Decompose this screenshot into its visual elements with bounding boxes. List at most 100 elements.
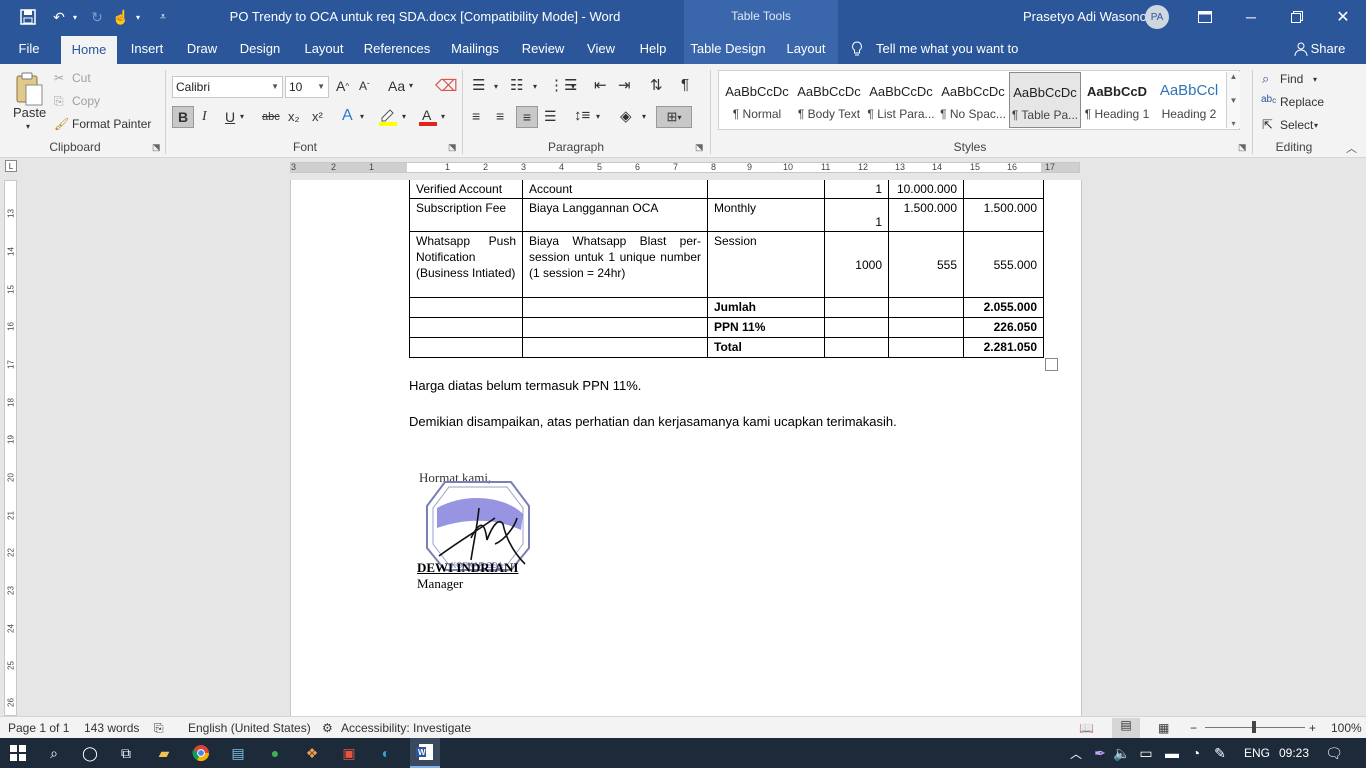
underline-dropdown-icon[interactable]: ▾	[240, 112, 244, 121]
shading-dropdown-icon[interactable]: ▾	[642, 112, 646, 121]
superscript-button[interactable]: x²	[312, 109, 323, 124]
styles-scroll[interactable]: ▲ ▼ ▾	[1226, 72, 1240, 128]
styles-launcher-icon[interactable]: ⬔	[1238, 142, 1247, 153]
paragraph-launcher-icon[interactable]: ⬔	[695, 142, 704, 153]
font-launcher-icon[interactable]: ⬔	[448, 142, 457, 153]
borders-icon[interactable]: ⊞ ▾	[656, 106, 692, 128]
table-cell[interactable]: Whatsapp Push Notification (Business Int…	[409, 231, 523, 298]
close-icon[interactable]: ✕	[1320, 0, 1366, 34]
tab-help[interactable]: Help	[632, 34, 674, 64]
tab-table-layout[interactable]: Layout	[780, 34, 832, 64]
table-cell[interactable]	[409, 297, 523, 318]
replace-button[interactable]: Replace	[1280, 95, 1324, 109]
italic-button[interactable]: I	[202, 109, 207, 125]
font-size-select[interactable]: 10 ▼	[285, 76, 329, 98]
shading-icon[interactable]: ◈	[620, 107, 632, 125]
price-table[interactable]: Verified Account Account 1 10.000.000 Su…	[409, 180, 1044, 358]
select-dropdown-icon[interactable]: ▾	[1314, 121, 1318, 130]
tab-table-design[interactable]: Table Design	[688, 34, 768, 64]
app-orange-icon[interactable]: ▣	[337, 741, 361, 765]
table-cell[interactable]: Jumlah	[707, 297, 825, 318]
collapse-ribbon-icon[interactable]: ︿	[1346, 140, 1357, 156]
increase-indent-icon[interactable]: ⇥	[618, 76, 631, 94]
proofing-icon[interactable]: ⎘	[154, 721, 164, 736]
tab-home[interactable]: Home	[61, 36, 117, 64]
table-cell[interactable]: 1.500.000	[963, 198, 1044, 232]
restore-icon[interactable]	[1274, 0, 1320, 34]
display-icon[interactable]: ▭	[1134, 741, 1158, 765]
format-painter-button[interactable]: Format Painter	[72, 117, 151, 131]
app-multicolor-icon[interactable]: ❖	[300, 741, 324, 765]
tab-references[interactable]: References	[362, 34, 432, 64]
table-cell[interactable]	[409, 317, 523, 338]
edge-icon[interactable]: ◐	[374, 741, 398, 765]
tab-insert[interactable]: Insert	[124, 34, 170, 64]
table-cell[interactable]	[522, 337, 708, 358]
task-view-icon[interactable]: ⧉	[114, 741, 138, 765]
tab-view[interactable]: View	[579, 34, 623, 64]
accessibility-status[interactable]: Accessibility: Investigate	[341, 721, 471, 735]
print-layout-icon[interactable]: ▤	[1112, 718, 1140, 738]
bold-button[interactable]: B	[172, 106, 194, 128]
document-page[interactable]: Verified Account Account 1 10.000.000 Su…	[290, 180, 1082, 716]
table-cell[interactable]: Biaya Whatsapp Blast per-session untuk 1…	[522, 231, 708, 298]
style-normal[interactable]: AaBbCcDc ¶ Normal	[721, 72, 793, 128]
strikethrough-button[interactable]: abc	[262, 111, 280, 123]
style-table-paragraph[interactable]: AaBbCcDc ¶ Table Pa...	[1009, 72, 1081, 128]
table-cell[interactable]	[888, 337, 964, 358]
table-cell[interactable]: 10.000.000	[888, 180, 964, 199]
show-formatting-icon[interactable]: ¶	[681, 76, 689, 93]
font-color-icon[interactable]: A	[418, 106, 438, 126]
align-left-icon[interactable]: ≡	[472, 108, 480, 124]
table-cell[interactable]: 1	[824, 198, 889, 232]
tab-mailings[interactable]: Mailings	[443, 34, 507, 64]
word-count[interactable]: 143 words	[84, 721, 139, 735]
cortana-icon[interactable]: ◯	[78, 741, 102, 765]
subscript-button[interactable]: x₂	[288, 109, 300, 124]
justify-icon[interactable]: ☰	[544, 108, 557, 125]
windows-start-icon[interactable]	[6, 741, 30, 765]
shrink-font-icon[interactable]: Aˇ	[359, 79, 370, 93]
notifications-icon[interactable]: 🗨	[1322, 741, 1346, 765]
ribbon-display-options-icon[interactable]	[1182, 0, 1228, 34]
accessibility-icon[interactable]: ⚙	[322, 721, 333, 735]
underline-button[interactable]: U	[225, 109, 235, 125]
notepad-icon[interactable]: ▤	[226, 741, 250, 765]
chrome-icon[interactable]	[189, 741, 213, 765]
chevron-up-icon[interactable]: ▲	[1230, 72, 1238, 81]
line-spacing-dropdown-icon[interactable]: ▾	[596, 112, 600, 121]
style-no-spacing[interactable]: AaBbCcDc ¶ No Spac...	[937, 72, 1009, 128]
web-layout-icon[interactable]: ▦	[1158, 721, 1169, 735]
file-explorer-icon[interactable]: ▰	[152, 741, 176, 765]
tab-layout[interactable]: Layout	[297, 34, 351, 64]
font-family-select[interactable]: Calibri ▼	[172, 76, 283, 98]
table-cell[interactable]	[963, 180, 1044, 199]
font-color-dropdown-icon[interactable]: ▾	[441, 112, 445, 121]
table-cell[interactable]	[824, 317, 889, 338]
change-case-dropdown-icon[interactable]: ▾	[409, 81, 413, 90]
paste-dropdown-icon[interactable]: ▾	[26, 122, 30, 131]
find-button[interactable]: Find	[1280, 72, 1303, 86]
tab-draw[interactable]: Draw	[181, 34, 223, 64]
table-cell[interactable]	[824, 337, 889, 358]
table-cell[interactable]: 1	[824, 180, 889, 199]
share-button[interactable]: Share	[1310, 34, 1346, 64]
clock[interactable]: 09:23	[1276, 741, 1312, 765]
chevron-down-icon[interactable]: ▼	[1230, 96, 1238, 105]
tell-me-input[interactable]: Tell me what you want to do	[876, 34, 1036, 86]
grow-font-icon[interactable]: A ^	[336, 78, 349, 94]
search-icon[interactable]: ⌕	[42, 741, 66, 765]
share-icon[interactable]	[1292, 34, 1310, 64]
table-cell[interactable]: Total	[707, 337, 825, 358]
multilevel-dropdown-icon[interactable]: ▾	[571, 82, 575, 91]
text-effects-icon[interactable]: A	[342, 107, 353, 125]
user-name[interactable]: Prasetyo Adi Wasono	[1023, 9, 1147, 24]
vertical-ruler[interactable]: 13 14 15 16 17 18 19 20 21 22 23 24 25 2…	[4, 180, 17, 716]
page-count[interactable]: Page 1 of 1	[8, 721, 69, 735]
table-cell[interactable]: 1.500.000	[888, 198, 964, 232]
avatar[interactable]: PA	[1145, 5, 1169, 29]
battery-icon[interactable]: ▬	[1160, 741, 1184, 765]
clear-formatting-icon[interactable]: ⌫	[435, 76, 458, 96]
table-cell[interactable]: Monthly	[707, 198, 825, 232]
find-dropdown-icon[interactable]: ▾	[1313, 75, 1317, 84]
